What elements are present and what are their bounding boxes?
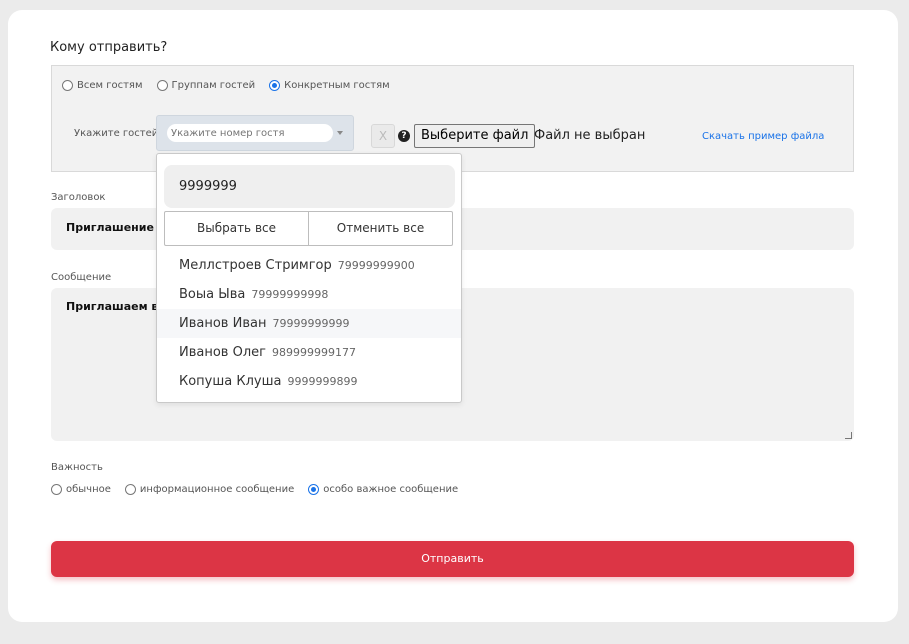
- title-label: Заголовок: [51, 192, 106, 203]
- guests-label: Укажите гостей: [74, 128, 159, 139]
- dropdown-list: Меллстроев Стримгор 79999999900 Воыа Ыва…: [157, 251, 461, 396]
- dropdown-actions: Выбрать все Отменить все: [164, 211, 453, 246]
- radio-importance-normal-circle[interactable]: [51, 484, 62, 495]
- radio-importance-normal[interactable]: обычное: [51, 484, 111, 495]
- radio-guest-groups-circle[interactable]: [156, 80, 168, 91]
- dropdown-search-input[interactable]: 9999999: [164, 165, 455, 208]
- radio-importance-info-circle[interactable]: [124, 484, 136, 495]
- clear-guests-button[interactable]: X: [371, 124, 395, 148]
- caret-down-icon[interactable]: [337, 131, 343, 135]
- deselect-all-button[interactable]: Отменить все: [308, 212, 452, 245]
- file-status-text: Файл не выбран: [534, 128, 646, 143]
- radio-all-guests-circle[interactable]: [62, 80, 73, 91]
- radio-specific-guests-circle[interactable]: [269, 80, 281, 91]
- guest-dropdown: 9999999 Выбрать все Отменить все Меллстр…: [156, 153, 462, 403]
- dropdown-option[interactable]: Иванов Олег 989999999177: [157, 338, 461, 367]
- title-input-value: Приглашение н: [66, 221, 166, 234]
- message-textarea-value: Приглашаем ва: [66, 300, 166, 313]
- choose-file-button[interactable]: Выберите файл: [414, 124, 536, 148]
- question-icon[interactable]: ?: [398, 130, 410, 142]
- download-sample-link[interactable]: Скачать пример файла: [702, 131, 824, 142]
- recipient-type-group: Всем гостям Группам гостей Конкретным го…: [62, 80, 404, 91]
- radio-guest-groups[interactable]: Группам гостей: [156, 80, 255, 91]
- guest-select[interactable]: [156, 115, 354, 151]
- resize-handle-icon[interactable]: [845, 432, 852, 439]
- radio-importance-critical-circle[interactable]: [308, 484, 320, 495]
- radio-importance-critical[interactable]: особо важное сообщение: [308, 484, 458, 495]
- radio-all-guests[interactable]: Всем гостям: [62, 80, 143, 91]
- submit-button[interactable]: Отправить: [51, 541, 854, 577]
- select-all-button[interactable]: Выбрать все: [165, 212, 308, 245]
- importance-label: Важность: [51, 462, 103, 473]
- message-label: Сообщение: [51, 272, 112, 283]
- dropdown-option[interactable]: Иванов Иван 79999999999: [157, 309, 461, 338]
- recipients-heading: Кому отправить?: [50, 40, 168, 55]
- dropdown-option[interactable]: Воыа Ыва 79999999998: [157, 280, 461, 309]
- guest-search-input[interactable]: [167, 124, 333, 142]
- dropdown-option[interactable]: Меллстроев Стримгор 79999999900: [157, 251, 461, 280]
- radio-importance-info[interactable]: информационное сообщение: [124, 484, 294, 495]
- importance-group: обычное информационное сообщение особо в…: [51, 484, 472, 495]
- dropdown-option[interactable]: Копуша Клуша 9999999899: [157, 367, 461, 396]
- radio-specific-guests[interactable]: Конкретным гостям: [269, 80, 390, 91]
